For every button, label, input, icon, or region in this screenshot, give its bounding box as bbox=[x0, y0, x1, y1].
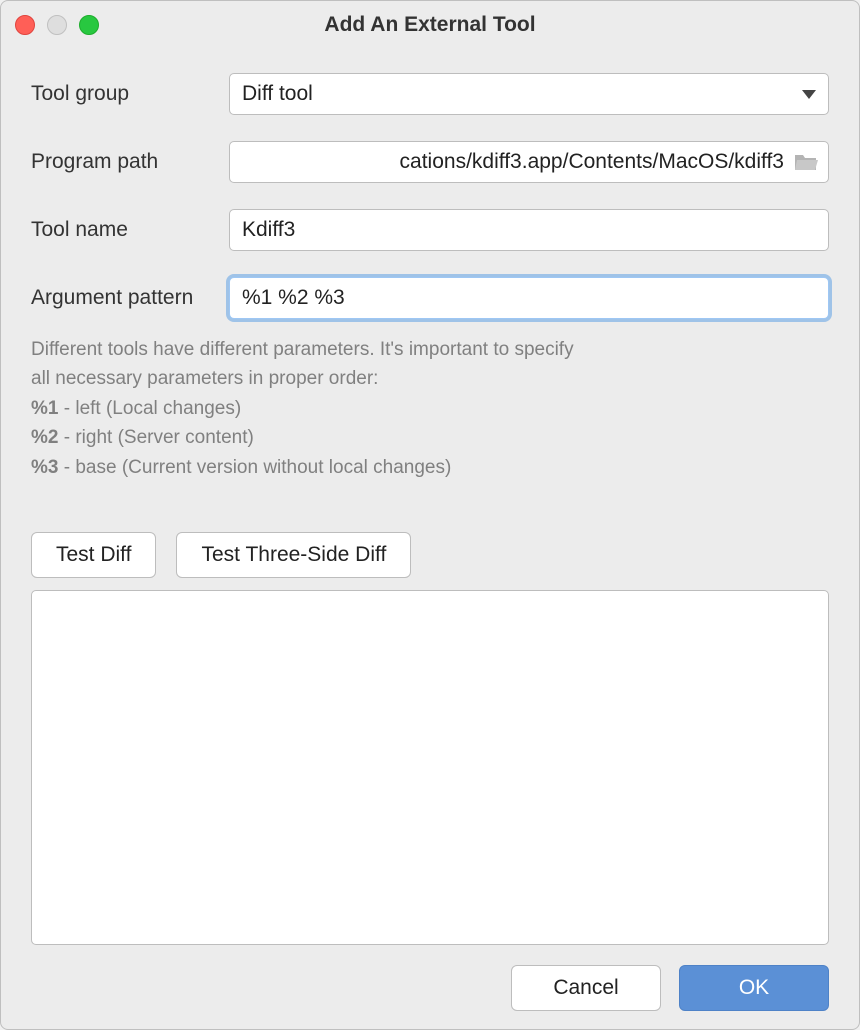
help-p3: %3 - base (Current version without local… bbox=[31, 453, 829, 482]
help-p2-desc: - right (Server content) bbox=[58, 427, 253, 448]
help-p3-key: %3 bbox=[31, 457, 58, 478]
program-path-value: cations/kdiff3.app/Contents/MacOS/kdiff3 bbox=[400, 150, 784, 174]
dialog-footer: Cancel OK bbox=[31, 965, 829, 1011]
dialog-content: Tool group Diff tool Program path cation… bbox=[1, 49, 859, 1029]
tool-name-field[interactable] bbox=[242, 210, 816, 250]
help-p2-key: %2 bbox=[31, 427, 58, 448]
cancel-button[interactable]: Cancel bbox=[511, 965, 661, 1011]
tool-name-input[interactable] bbox=[229, 209, 829, 251]
row-program-path: Program path cations/kdiff3.app/Contents… bbox=[31, 141, 829, 183]
help-text: Different tools have different parameter… bbox=[31, 335, 829, 482]
label-tool-group: Tool group bbox=[31, 82, 229, 106]
test-diff-button[interactable]: Test Diff bbox=[31, 532, 156, 578]
folder-open-icon[interactable] bbox=[794, 152, 818, 172]
chevron-down-icon bbox=[802, 90, 816, 99]
titlebar: Add An External Tool bbox=[1, 1, 859, 49]
row-tool-name: Tool name bbox=[31, 209, 829, 251]
help-p2: %2 - right (Server content) bbox=[31, 423, 829, 452]
zoom-icon[interactable] bbox=[79, 15, 99, 35]
close-icon[interactable] bbox=[15, 15, 35, 35]
help-line-2: all necessary parameters in proper order… bbox=[31, 364, 829, 393]
tool-group-value: Diff tool bbox=[242, 82, 313, 106]
help-p1-key: %1 bbox=[31, 398, 58, 419]
row-tool-group: Tool group Diff tool bbox=[31, 73, 829, 115]
row-argument-pattern: Argument pattern bbox=[31, 277, 829, 319]
test-buttons-row: Test Diff Test Three-Side Diff bbox=[31, 532, 829, 578]
help-p3-desc: - base (Current version without local ch… bbox=[58, 457, 451, 478]
traffic-lights bbox=[15, 15, 99, 35]
label-argument-pattern: Argument pattern bbox=[31, 286, 229, 310]
test-three-side-diff-button[interactable]: Test Three-Side Diff bbox=[176, 532, 411, 578]
tool-group-select[interactable]: Diff tool bbox=[229, 73, 829, 115]
minimize-icon bbox=[47, 15, 67, 35]
ok-button[interactable]: OK bbox=[679, 965, 829, 1011]
help-line-1: Different tools have different parameter… bbox=[31, 335, 829, 364]
window-title: Add An External Tool bbox=[324, 13, 535, 37]
output-area[interactable] bbox=[31, 590, 829, 945]
help-p1: %1 - left (Local changes) bbox=[31, 394, 829, 423]
argument-pattern-field[interactable] bbox=[242, 278, 816, 318]
dialog-window: Add An External Tool Tool group Diff too… bbox=[0, 0, 860, 1030]
label-program-path: Program path bbox=[31, 150, 229, 174]
program-path-input[interactable]: cations/kdiff3.app/Contents/MacOS/kdiff3 bbox=[229, 141, 829, 183]
label-tool-name: Tool name bbox=[31, 218, 229, 242]
argument-pattern-input[interactable] bbox=[229, 277, 829, 319]
help-p1-desc: - left (Local changes) bbox=[58, 398, 241, 419]
